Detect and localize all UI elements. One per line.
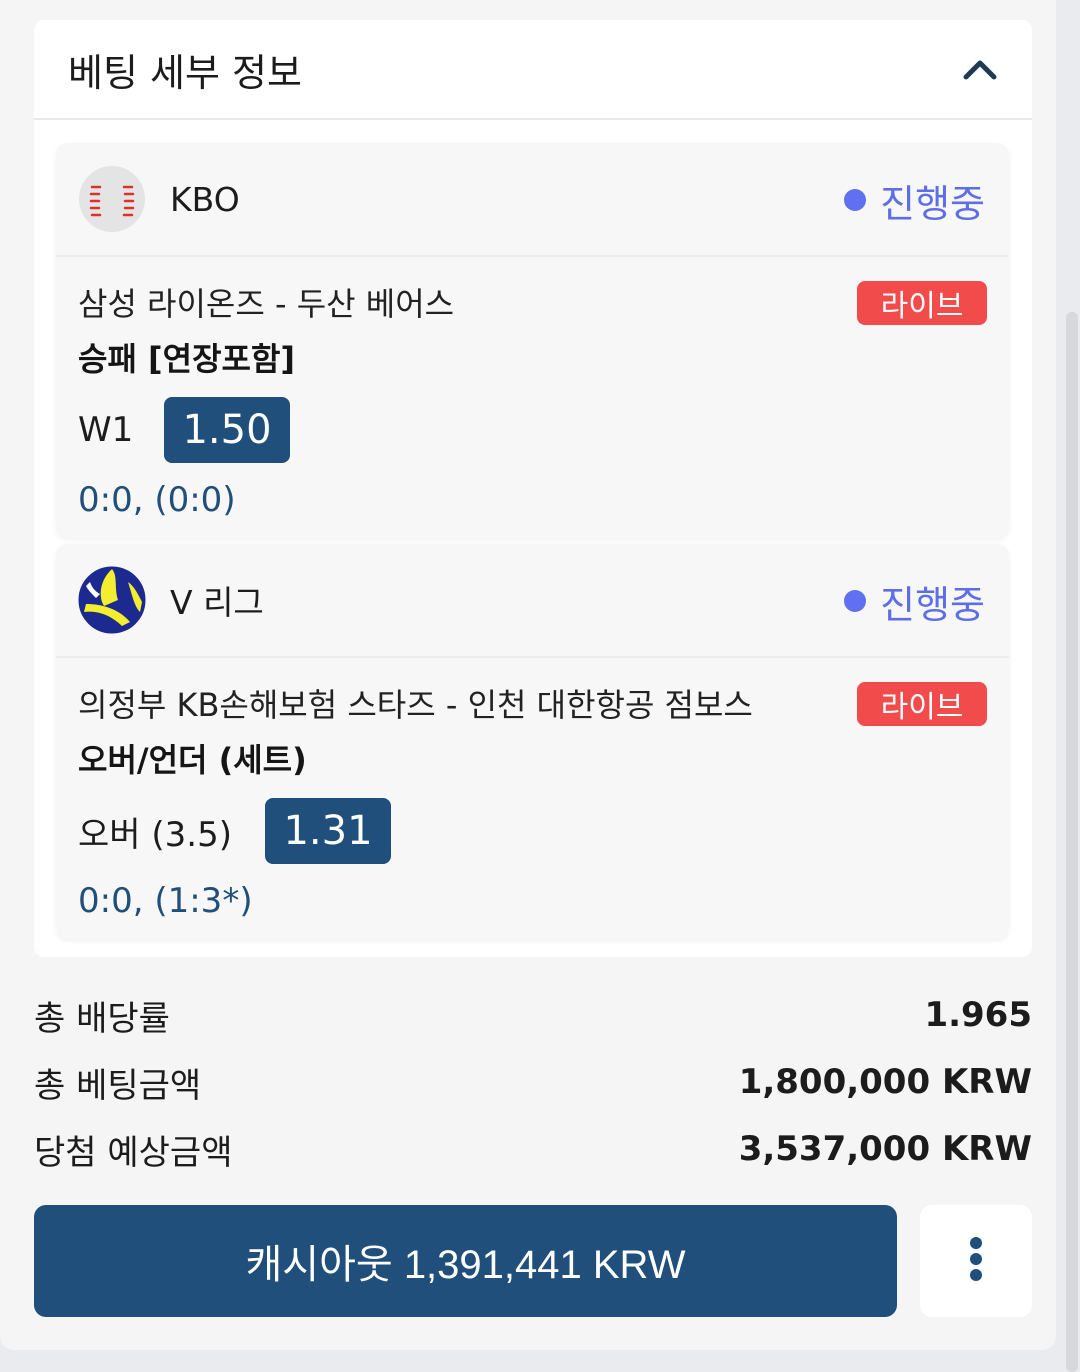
bet-details-panel: 베팅 세부 정보 KBO 진행중 삼성 라이온즈 - 두산 베어스 라이브 승패… [34,20,1032,957]
bet-card-body: 의정부 KB손해보험 스타즈 - 인천 대한항공 점보스 라이브 오버/언더 (… [56,658,1009,922]
market-name: 승패 [연장포함] [78,340,296,378]
expected-win-label: 당첨 예상금액 [34,1132,233,1173]
total-odds-value: 1.965 [924,995,1032,1035]
status-badge: 진행중 [844,544,985,658]
pick-row: 오버 (3.5) 1.31 [78,798,987,864]
total-stake-row: 총 베팅금액 1,800,000 KRW [34,1057,1032,1107]
total-stake-label: 총 베팅금액 [34,1065,202,1106]
match-name: 삼성 라이온즈 - 두산 베어스 [78,285,455,323]
expected-win-value: 3,537,000 KRW [738,1129,1032,1169]
market-name: 오버/언더 (세트) [78,741,307,779]
bet-details-header[interactable]: 베팅 세부 정보 [34,20,1032,120]
volleyball-icon [78,566,146,634]
chevron-up-icon[interactable] [958,47,1002,91]
bet-card: V 리그 진행중 의정부 KB손해보험 스타즈 - 인천 대한항공 점보스 라이… [56,544,1009,939]
league-name: KBO [170,179,240,219]
bet-card: KBO 진행중 삼성 라이온즈 - 두산 베어스 라이브 승패 [연장포함] W… [56,143,1009,538]
scrollbar[interactable] [1066,312,1078,1372]
status-text: 진행중 [880,181,985,226]
score-text: 0:0, (1:3*) [78,881,253,921]
total-stake-value: 1,800,000 KRW [738,1062,1032,1102]
live-badge: 라이브 [857,281,987,325]
live-badge: 라이브 [857,682,987,726]
cashout-button[interactable]: 캐시아웃 1,391,441 KRW [34,1205,897,1317]
total-odds-row: 총 배당률 1.965 [34,990,1032,1040]
status-dot-icon [844,590,867,612]
bet-card-header: V 리그 진행중 [56,544,1009,658]
score-text: 0:0, (0:0) [78,480,236,520]
odds-button[interactable]: 1.50 [164,397,290,463]
baseball-icon [78,165,146,233]
odds-button[interactable]: 1.31 [265,798,391,864]
status-text: 진행중 [880,582,985,627]
status-badge: 진행중 [844,143,985,257]
panel-title: 베팅 세부 정보 [68,50,302,95]
league-name: V 리그 [170,583,264,622]
bet-card-body: 삼성 라이온즈 - 두산 베어스 라이브 승패 [연장포함] W1 1.50 0… [56,257,1009,521]
bet-detail-sheet: 베팅 세부 정보 KBO 진행중 삼성 라이온즈 - 두산 베어스 라이브 승패… [0,0,1056,1350]
match-name: 의정부 KB손해보험 스타즈 - 인천 대한항공 점보스 [78,686,753,724]
total-odds-label: 총 배당률 [34,998,170,1039]
status-dot-icon [844,189,867,211]
expected-win-row: 당첨 예상금액 3,537,000 KRW [34,1124,1032,1174]
more-vertical-icon [968,1236,984,1286]
bet-card-header: KBO 진행중 [56,143,1009,257]
more-options-button[interactable] [920,1205,1032,1317]
pick-label: W1 [78,410,134,450]
pick-row: W1 1.50 [78,397,987,463]
pick-label: 오버 (3.5) [78,814,232,855]
